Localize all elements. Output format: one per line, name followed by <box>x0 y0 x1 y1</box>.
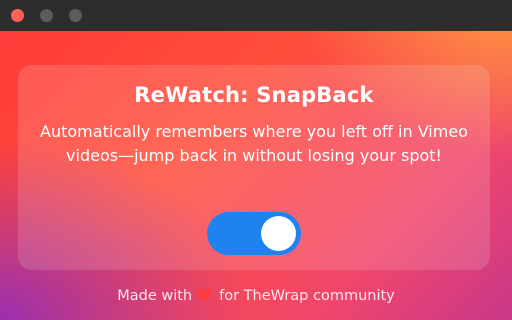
enable-toggle[interactable] <box>207 212 301 255</box>
footer-prefix: Made with <box>117 288 193 304</box>
footer-credit: Made with for TheWrap community <box>0 288 512 304</box>
extension-window: ReWatch: SnapBack Automatically remember… <box>0 0 512 320</box>
heart-icon <box>198 288 213 302</box>
extension-title: ReWatch: SnapBack <box>134 83 374 107</box>
toggle-knob <box>261 216 296 251</box>
minimize-window-button[interactable] <box>40 9 53 22</box>
close-window-button[interactable] <box>11 9 24 22</box>
footer-suffix: for TheWrap community <box>219 288 395 304</box>
info-card: ReWatch: SnapBack Automatically remember… <box>18 65 490 270</box>
extension-description: Automatically remembers where you left o… <box>40 122 468 165</box>
zoom-window-button[interactable] <box>69 9 82 22</box>
title-bar <box>0 0 512 31</box>
